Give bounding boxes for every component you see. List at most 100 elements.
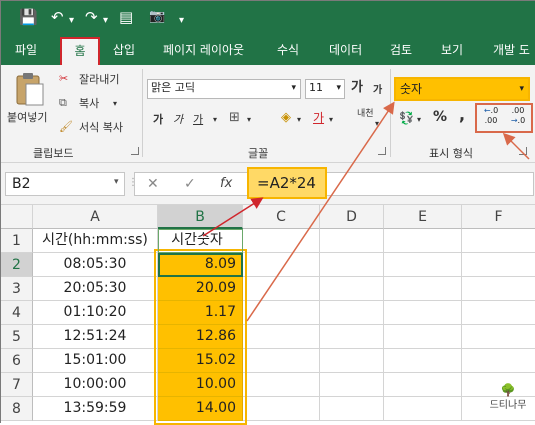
column-header-d[interactable]: D	[320, 205, 384, 229]
grow-font-button[interactable]: 가	[351, 81, 363, 95]
underline-dropdown-icon[interactable]: ▾	[213, 113, 217, 127]
undo-dropdown-icon[interactable]: ▾	[69, 11, 74, 31]
empty-cell[interactable]	[384, 301, 462, 325]
phonetic-dropdown-icon[interactable]: ▾	[375, 117, 379, 131]
form-icon[interactable]: ▤	[119, 7, 133, 27]
row-header[interactable]: 3	[1, 277, 33, 301]
comma-button[interactable]: ,	[459, 107, 465, 123]
empty-cell[interactable]	[320, 301, 384, 325]
enter-formula-button[interactable]: ✓	[184, 176, 196, 192]
row-header[interactable]: 2	[1, 253, 33, 277]
empty-cell[interactable]	[243, 373, 320, 397]
empty-cell[interactable]	[462, 253, 535, 277]
tab-insert[interactable]: 삽입	[113, 41, 135, 59]
header-cell-time[interactable]: 시간(hh:mm:ss)	[33, 229, 158, 253]
font-name-select[interactable]: 맑은 고딕 ▾	[147, 79, 301, 99]
name-box[interactable]: B2	[5, 172, 125, 196]
empty-cell[interactable]	[384, 349, 462, 373]
format-painter-button[interactable]: 🖌 서식 복사	[59, 119, 139, 137]
empty-cell[interactable]	[243, 301, 320, 325]
insert-function-button[interactable]: fx	[220, 176, 232, 191]
empty-cell[interactable]	[462, 277, 535, 301]
undo-icon[interactable]: ↶	[51, 7, 64, 27]
header-cell-hours[interactable]: 시간숫자	[158, 229, 243, 253]
empty-cell[interactable]	[243, 253, 320, 277]
tab-file[interactable]: 파일	[15, 41, 37, 59]
italic-button[interactable]: 가	[173, 113, 183, 127]
empty-cell[interactable]	[462, 349, 535, 373]
borders-icon[interactable]: ⊞	[229, 111, 240, 125]
fill-color-dropdown-icon[interactable]: ▾	[297, 113, 301, 127]
number-launcher-icon[interactable]	[519, 147, 527, 155]
empty-cell[interactable]	[384, 373, 462, 397]
time-cell[interactable]: 15:01:00	[33, 349, 158, 373]
row-header[interactable]: 1	[1, 229, 33, 253]
empty-cell[interactable]	[320, 373, 384, 397]
empty-cell[interactable]	[243, 229, 320, 253]
namebox-dropdown-icon[interactable]: ▾	[114, 177, 119, 187]
copy-button[interactable]: ⧉ 복사 ▾	[59, 95, 139, 113]
tab-data[interactable]: 데이터	[329, 41, 362, 59]
fill-color-icon[interactable]: ◈	[281, 111, 291, 125]
row-header[interactable]: 8	[1, 397, 33, 421]
time-cell[interactable]: 12:51:24	[33, 325, 158, 349]
font-size-select[interactable]: 11 ▾	[305, 79, 345, 99]
bold-button[interactable]: 가	[153, 113, 163, 127]
empty-cell[interactable]	[243, 349, 320, 373]
tab-view[interactable]: 보기	[441, 41, 463, 59]
cut-button[interactable]: ✂ 잘라내기	[59, 71, 139, 89]
empty-cell[interactable]	[384, 253, 462, 277]
time-cell[interactable]: 20:05:30	[33, 277, 158, 301]
empty-cell[interactable]	[320, 325, 384, 349]
clipboard-launcher-icon[interactable]	[131, 147, 139, 155]
redo-icon[interactable]: ↷	[85, 7, 98, 27]
column-header-c[interactable]: C	[243, 205, 320, 229]
row-header[interactable]: 6	[1, 349, 33, 373]
empty-cell[interactable]	[462, 325, 535, 349]
select-all-corner[interactable]	[1, 205, 33, 229]
empty-cell[interactable]	[384, 277, 462, 301]
number-format-select[interactable]: 숫자 ▾	[394, 77, 530, 101]
hours-cell[interactable]: 12.86	[158, 325, 243, 349]
time-cell[interactable]: 13:59:59	[33, 397, 158, 421]
font-color-dropdown-icon[interactable]: ▾	[329, 113, 333, 127]
percent-button[interactable]: %	[433, 110, 447, 124]
underline-button[interactable]: 가	[193, 113, 203, 127]
increase-decimal-button[interactable]: ←.0 .00	[479, 106, 503, 130]
hours-cell[interactable]: 1.17	[158, 301, 243, 325]
paste-button[interactable]: 붙여넣기	[7, 71, 51, 127]
column-header-e[interactable]: E	[384, 205, 462, 229]
hours-cell[interactable]: 14.00	[158, 397, 243, 421]
font-color-button[interactable]: 가	[313, 111, 324, 125]
customize-qat-icon[interactable]: ▾	[179, 11, 184, 31]
cancel-formula-button[interactable]: ✕	[147, 176, 159, 192]
column-header-a[interactable]: A	[33, 205, 158, 229]
save-icon[interactable]: 💾	[19, 7, 38, 27]
row-header[interactable]: 7	[1, 373, 33, 397]
currency-dropdown-icon[interactable]: ▾	[417, 113, 421, 127]
camera-icon[interactable]: 📷	[149, 7, 165, 27]
column-header-b[interactable]: B	[158, 205, 243, 229]
phonetic-button[interactable]: 내천	[357, 109, 375, 119]
time-cell[interactable]: 01:10:20	[33, 301, 158, 325]
hours-cell[interactable]: 20.09	[158, 277, 243, 301]
empty-cell[interactable]	[243, 397, 320, 421]
empty-cell[interactable]	[243, 325, 320, 349]
hours-cell[interactable]: 15.02	[158, 349, 243, 373]
tab-review[interactable]: 검토	[390, 41, 412, 59]
hours-cell[interactable]: 10.00	[158, 373, 243, 397]
empty-cell[interactable]	[384, 397, 462, 421]
shrink-font-button[interactable]: 가	[373, 84, 382, 98]
empty-cell[interactable]	[384, 325, 462, 349]
tab-formulas[interactable]: 수식	[277, 41, 299, 59]
empty-cell[interactable]	[462, 229, 535, 253]
empty-cell[interactable]	[320, 397, 384, 421]
time-cell[interactable]: 08:05:30	[33, 253, 158, 277]
empty-cell[interactable]	[462, 301, 535, 325]
empty-cell[interactable]	[384, 229, 462, 253]
empty-cell[interactable]	[320, 229, 384, 253]
tab-home[interactable]: 홈	[60, 37, 100, 65]
font-launcher-icon[interactable]	[378, 147, 386, 155]
borders-dropdown-icon[interactable]: ▾	[247, 113, 251, 127]
decrease-decimal-button[interactable]: .00 →.0	[506, 106, 530, 130]
